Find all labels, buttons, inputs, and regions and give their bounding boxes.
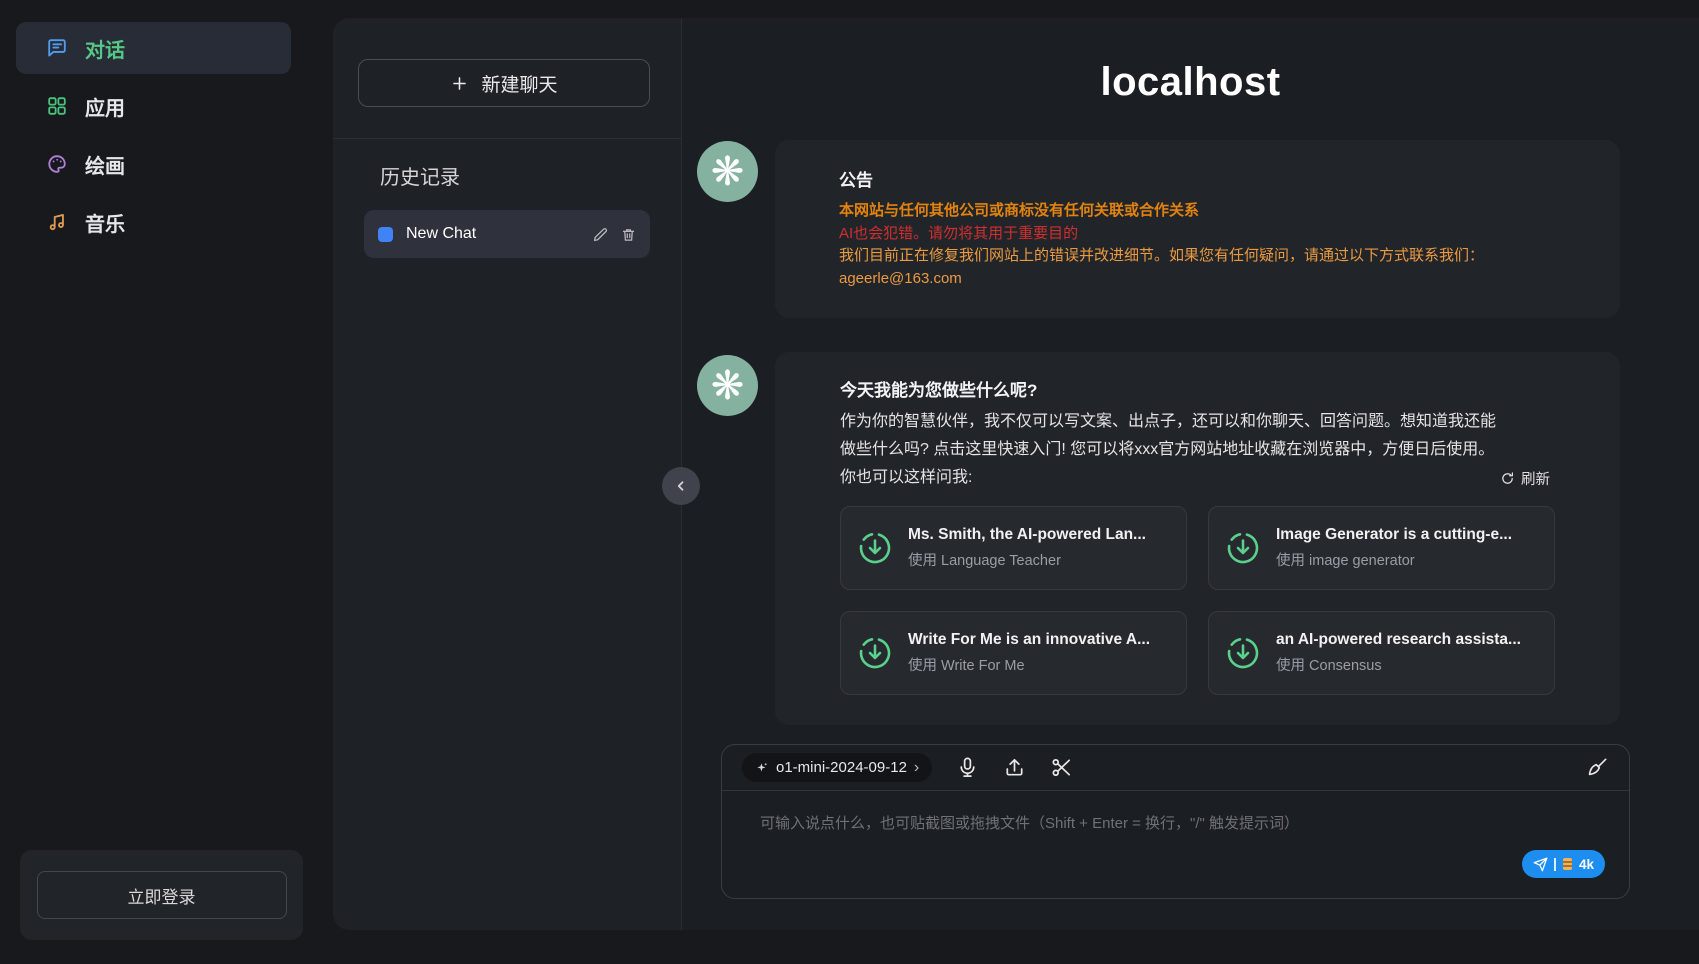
install-download-icon bbox=[857, 635, 893, 671]
sidebar-item-music[interactable]: 音乐 bbox=[16, 196, 291, 248]
delete-trash-icon[interactable] bbox=[621, 227, 636, 242]
suggestion-subtitle: 使用 Write For Me bbox=[908, 654, 1150, 675]
model-name: o1-mini-2024-09-12 bbox=[776, 759, 907, 776]
announcement-card: 公告 本网站与任何其他公司或商标没有任何关联或合作关系 AI也会犯错。请勿将其用… bbox=[775, 140, 1620, 318]
chat-main: localhost ❋ 公告 本网站与任何其他公司或商标没有任何关联或合作关系 … bbox=[682, 18, 1699, 930]
install-download-icon bbox=[1225, 530, 1261, 566]
suggestion-card[interactable]: Image Generator is a cutting-e... 使用 ima… bbox=[1208, 506, 1555, 590]
chat-bubble-icon bbox=[46, 37, 68, 59]
login-button[interactable]: 立即登录 bbox=[37, 871, 287, 919]
sidebar-item-apps[interactable]: 应用 bbox=[16, 80, 291, 132]
palette-icon bbox=[46, 153, 68, 175]
install-download-icon bbox=[1225, 635, 1261, 671]
model-selector[interactable]: o1-mini-2024-09-12 › bbox=[742, 753, 932, 782]
history-title: 历史记录 bbox=[380, 161, 460, 190]
sparkle-icon bbox=[755, 761, 769, 775]
plus-icon bbox=[450, 74, 469, 93]
welcome-title: 今天我能为您做些什么呢? bbox=[840, 376, 1555, 401]
suggestion-subtitle: 使用 Consensus bbox=[1276, 654, 1521, 675]
suggestion-subtitle: 使用 image generator bbox=[1276, 549, 1512, 570]
announcement-line-3: 我们目前正在修复我们网站上的错误并改进细节。如果您有任何疑问，请通过以下方式联系… bbox=[839, 245, 1556, 268]
chat-list-panel: 新建聊天 历史记录 New Chat bbox=[333, 18, 681, 930]
token-coin-icon bbox=[1562, 857, 1573, 871]
history-item-actions bbox=[593, 227, 636, 242]
new-chat-label: 新建聊天 bbox=[481, 70, 557, 97]
sidebar-item-label: 绘画 bbox=[85, 150, 125, 179]
composer-toolbar: o1-mini-2024-09-12 › bbox=[722, 745, 1629, 791]
paper-plane-icon bbox=[1533, 857, 1548, 872]
chat-list-divider bbox=[333, 138, 681, 139]
suggestion-card[interactable]: Ms. Smith, the AI-powered Lan... 使用 Lang… bbox=[840, 506, 1187, 590]
suggestion-subtitle: 使用 Language Teacher bbox=[908, 549, 1146, 570]
suggestion-grid: Ms. Smith, the AI-powered Lan... 使用 Lang… bbox=[840, 506, 1555, 695]
sidebar-item-label: 音乐 bbox=[85, 208, 125, 237]
suggestion-card[interactable]: Write For Me is an innovative A... 使用 Wr… bbox=[840, 611, 1187, 695]
send-separator bbox=[1554, 858, 1556, 871]
page-title: localhost bbox=[682, 60, 1699, 105]
send-button[interactable]: 4k bbox=[1522, 850, 1605, 878]
announcement-title: 公告 bbox=[839, 166, 1556, 191]
edit-pencil-icon[interactable] bbox=[593, 227, 608, 242]
refresh-label: 刷新 bbox=[1521, 468, 1550, 489]
token-count-badge: 4k bbox=[1579, 857, 1594, 872]
history-item-title: New Chat bbox=[406, 225, 580, 243]
history-item-new-chat[interactable]: New Chat bbox=[364, 210, 650, 258]
sidebar: 对话 应用 绘画 音乐 立即登录 bbox=[0, 0, 307, 964]
clear-broom-button[interactable] bbox=[1586, 756, 1609, 779]
chat-color-square-icon bbox=[378, 227, 393, 242]
welcome-card: 今天我能为您做些什么呢? 作为你的智慧伙伴，我不仅可以写文案、出点子，还可以和你… bbox=[775, 352, 1620, 725]
suggestion-card[interactable]: an AI-powered research assista... 使用 Con… bbox=[1208, 611, 1555, 695]
new-chat-button[interactable]: 新建聊天 bbox=[358, 59, 650, 107]
assistant-avatar-openai-icon: ❋ bbox=[697, 141, 758, 202]
contact-email-link[interactable]: ageerle@163.com bbox=[839, 268, 1556, 291]
sidebar-item-chat[interactable]: 对话 bbox=[16, 22, 291, 74]
ask-hint: 你也可以这样问我: bbox=[840, 464, 972, 492]
announcement-line-1: 本网站与任何其他公司或商标没有任何关联或合作关系 bbox=[839, 200, 1556, 223]
suggestion-title: Image Generator is a cutting-e... bbox=[1276, 526, 1512, 544]
sidebar-item-label: 应用 bbox=[85, 92, 125, 121]
assistant-avatar-openai-icon: ❋ bbox=[697, 355, 758, 416]
screenshot-scissors-button[interactable] bbox=[1050, 756, 1073, 779]
chevron-right-icon: › bbox=[914, 760, 919, 776]
suggestion-title: an AI-powered research assista... bbox=[1276, 631, 1521, 649]
sidebar-item-label: 对话 bbox=[85, 34, 125, 63]
apps-grid-icon bbox=[46, 95, 68, 117]
refresh-icon bbox=[1500, 471, 1515, 486]
composer: o1-mini-2024-09-12 › bbox=[721, 744, 1630, 899]
message-input[interactable] bbox=[722, 791, 1629, 897]
content-shell: 新建聊天 历史记录 New Chat localhost ❋ bbox=[333, 18, 1699, 930]
sidebar-item-drawing[interactable]: 绘画 bbox=[16, 138, 291, 190]
microphone-button[interactable] bbox=[956, 756, 979, 779]
suggestion-title: Write For Me is an innovative A... bbox=[908, 631, 1150, 649]
login-card: 立即登录 bbox=[20, 850, 303, 940]
refresh-suggestions-button[interactable]: 刷新 bbox=[1500, 468, 1550, 489]
music-note-icon bbox=[46, 211, 68, 233]
welcome-body: 作为你的智慧伙伴，我不仅可以写文案、出点子，还可以和你聊天、回答问题。想知道我还… bbox=[840, 408, 1508, 464]
collapse-sidebar-button[interactable] bbox=[662, 467, 700, 505]
install-download-icon bbox=[857, 530, 893, 566]
announcement-line-2: AI也会犯错。请勿将其用于重要目的 bbox=[839, 223, 1556, 246]
upload-button[interactable] bbox=[1003, 756, 1026, 779]
suggestion-title: Ms. Smith, the AI-powered Lan... bbox=[908, 526, 1146, 544]
